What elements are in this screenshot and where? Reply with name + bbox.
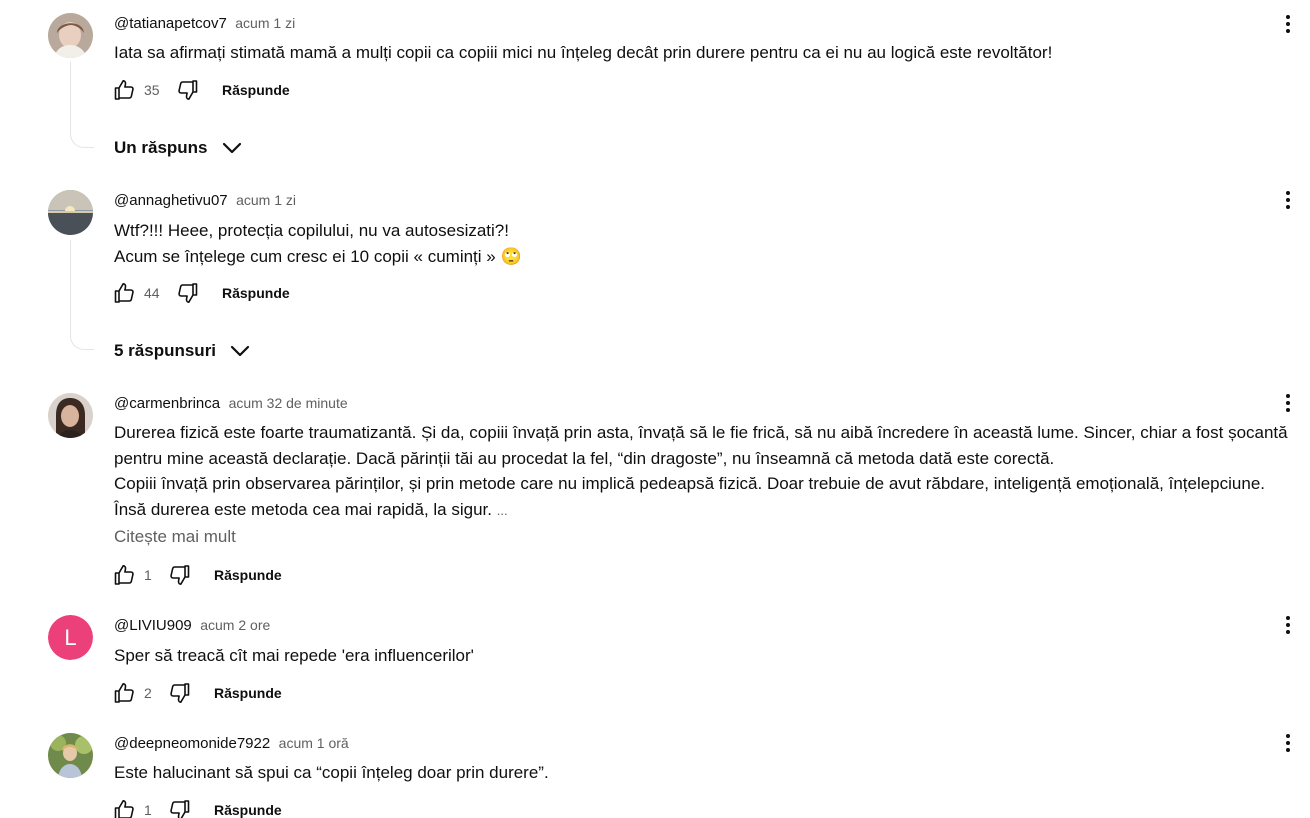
more-actions-icon[interactable] <box>1276 731 1300 755</box>
comment-line: Însă durerea este metoda cea mai rapidă,… <box>114 497 1310 524</box>
reply-button[interactable]: Răspunde <box>222 82 290 98</box>
comment-line-text: Însă durerea este metoda cea mai rapidă,… <box>114 499 492 519</box>
comment-actions: 1 Răspunde <box>112 798 282 818</box>
like-count: 1 <box>144 567 152 583</box>
thumbs-down-icon[interactable] <box>176 281 200 305</box>
reply-button[interactable]: Răspunde <box>214 567 282 583</box>
thumbs-up-icon[interactable] <box>112 798 136 818</box>
thumbs-up-icon[interactable] <box>112 563 136 587</box>
thumbs-up-icon[interactable] <box>112 78 136 102</box>
comment-author[interactable]: @deepneomonide7922 <box>114 735 270 752</box>
comment-line: Sper să treacă cît mai repede 'era influ… <box>114 646 474 665</box>
avatar-letter: L <box>48 615 93 660</box>
comment-actions: 44 Răspunde <box>112 281 290 305</box>
comment-text: Iata sa afirmați stimată mamă a mulți co… <box>114 40 1310 66</box>
comment-line: Iata sa afirmați stimată mamă a mulți co… <box>114 43 1053 62</box>
like-count: 35 <box>144 82 160 98</box>
comment-text: Wtf?!!! Heee, protecția copilului, nu va… <box>114 218 1310 269</box>
like-count: 2 <box>144 685 152 701</box>
like-count: 44 <box>144 285 160 301</box>
replies-count-label: 5 răspunsuri <box>114 341 217 360</box>
thread-connector <box>70 62 94 148</box>
comment-line: Acum se înțelege cum cresc ei 10 copii «… <box>114 246 522 266</box>
comment-line: Este halucinant să spui ca “copii înțele… <box>114 763 549 782</box>
avatar[interactable] <box>48 733 93 778</box>
view-replies-button[interactable]: 5 răspunsuri <box>114 339 252 363</box>
comment-timestamp[interactable]: acum 32 de minute <box>229 395 348 411</box>
chevron-down-icon <box>220 136 244 160</box>
replies-count-label: Un răspuns <box>114 138 208 157</box>
avatar[interactable] <box>48 393 93 438</box>
comment-author[interactable]: @carmenbrinca <box>114 395 220 412</box>
comment-timestamp[interactable]: acum 1 oră <box>279 735 349 751</box>
more-actions-icon[interactable] <box>1276 188 1300 212</box>
more-actions-icon[interactable] <box>1276 391 1300 415</box>
comment-text: Este halucinant să spui ca “copii înțele… <box>114 760 1310 786</box>
thumbs-up-icon[interactable] <box>112 281 136 305</box>
comment-line: Durerea fizică este foarte traumatizantă… <box>114 423 1288 442</box>
avatar[interactable] <box>48 13 93 58</box>
comment-timestamp[interactable]: acum 1 zi <box>235 15 295 31</box>
comment-line: pentru mine această declarație. Dacă păr… <box>114 448 1055 468</box>
thumbs-down-icon[interactable] <box>168 798 192 818</box>
comment-timestamp[interactable]: acum 1 zi <box>236 192 296 208</box>
view-replies-button[interactable]: Un răspuns <box>114 136 244 160</box>
comment-actions: 35 Răspunde <box>112 78 290 102</box>
comment-line: Copiii învață prin observarea părinților… <box>114 474 1265 493</box>
chevron-down-icon <box>228 339 252 363</box>
reply-button[interactable]: Răspunde <box>214 685 282 701</box>
thumbs-down-icon[interactable] <box>168 681 192 705</box>
more-actions-icon[interactable] <box>1276 12 1300 36</box>
reply-button[interactable]: Răspunde <box>222 285 290 301</box>
reply-button[interactable]: Răspunde <box>214 802 282 818</box>
comment-timestamp[interactable]: acum 2 ore <box>200 617 270 633</box>
thumbs-down-icon[interactable] <box>168 563 192 587</box>
comment-actions: 2 Răspunde <box>112 681 282 705</box>
comment-text: Sper să treacă cît mai repede 'era influ… <box>114 643 1310 669</box>
more-actions-icon[interactable] <box>1276 613 1300 637</box>
avatar[interactable]: L <box>48 615 93 660</box>
thumbs-down-icon[interactable] <box>176 78 200 102</box>
comment-actions: 1 Răspunde <box>112 563 282 587</box>
comment-author[interactable]: @tatianapetcov7 <box>114 15 227 32</box>
truncation-ellipsis: ... <box>496 502 508 518</box>
read-more-button[interactable]: Citește mai mult <box>114 527 236 547</box>
comment-text: Durerea fizică este foarte traumatizantă… <box>114 420 1310 523</box>
comment-author[interactable]: @LIVIU909 <box>114 617 192 634</box>
thread-connector <box>70 240 94 350</box>
like-count: 1 <box>144 802 152 818</box>
comment-author[interactable]: @annaghetivu07 <box>114 192 228 209</box>
comment-line: Wtf?!!! Heee, protecția copilului, nu va… <box>114 221 509 240</box>
avatar[interactable] <box>48 190 93 235</box>
thumbs-up-icon[interactable] <box>112 681 136 705</box>
